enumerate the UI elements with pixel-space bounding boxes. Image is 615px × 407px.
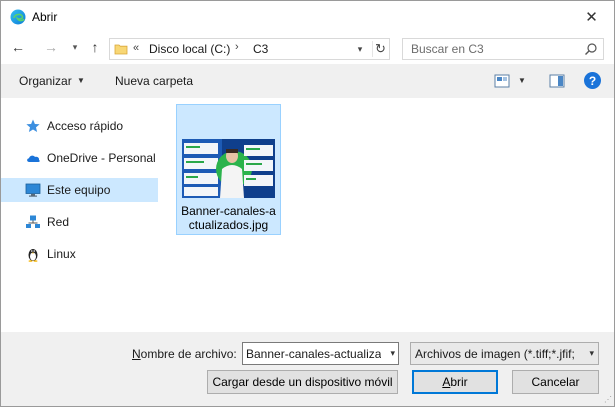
resize-grip-icon[interactable]: ⋰: [604, 395, 612, 404]
window-title: Abrir: [32, 10, 58, 24]
nav-item-acceso-rapido[interactable]: Acceso rápido: [1, 114, 158, 138]
folder-icon: [114, 44, 128, 55]
file-type-dropdown-icon[interactable]: ▾: [589, 348, 594, 359]
search-icon: [585, 43, 597, 55]
command-toolbar: Organizar ▼ Nueva carpeta ▼ ?: [1, 64, 614, 98]
back-button[interactable]: ←: [9, 38, 27, 56]
change-view-icon[interactable]: [494, 74, 510, 88]
file-name-label-accelerator: N: [132, 347, 141, 361]
open-file-dialog: Abrir ✕ ← → ▾ ↑ « Disco local (C:) › C3 …: [0, 0, 615, 407]
navigation-pane: Acceso rápido OneDrive - Personal Este e…: [1, 98, 161, 332]
cancel-button[interactable]: Cancelar: [512, 370, 599, 394]
organize-caret-icon[interactable]: ▼: [77, 76, 85, 85]
nav-item-onedrive[interactable]: OneDrive - Personal: [1, 146, 158, 170]
cloud-icon: [27, 155, 40, 162]
title-bar: Abrir ✕: [1, 1, 614, 32]
breadcrumb-disco-local[interactable]: Disco local (C:): [149, 42, 230, 56]
file-list-area[interactable]: Banner-canales-a ctualizados.jpg: [161, 98, 614, 332]
file-name-label-rest: ombre de archivo:: [140, 347, 237, 361]
organize-menu-button[interactable]: Organizar: [19, 74, 72, 88]
network-icon: [26, 215, 40, 228]
edge-icon: [10, 9, 26, 25]
close-button[interactable]: ✕: [569, 1, 614, 32]
file-name-dropdown-icon[interactable]: ▾: [390, 348, 395, 359]
refresh-icon[interactable]: ↻: [372, 41, 388, 57]
nav-item-label: Este equipo: [47, 183, 111, 197]
nav-item-label: Red: [47, 215, 70, 229]
upload-from-mobile-button[interactable]: Cargar desde un dispositivo móvil: [207, 370, 398, 394]
file-item[interactable]: Banner-canales-a ctualizados.jpg: [176, 104, 281, 235]
search-box[interactable]: Buscar en C3: [402, 38, 604, 60]
image-thumbnail-icon: [182, 139, 275, 198]
address-dropdown-icon[interactable]: ▾: [353, 42, 367, 56]
breadcrumb-separator-icon[interactable]: ›: [235, 41, 239, 53]
new-folder-button[interactable]: Nueva carpeta: [115, 74, 193, 88]
nav-item-label: Linux: [47, 247, 76, 261]
open-button[interactable]: Abrir: [412, 370, 498, 394]
open-button-rest: brir: [450, 375, 468, 389]
recent-locations-chevron-icon[interactable]: ▾: [66, 38, 84, 56]
file-name-input-value[interactable]: Banner-canales-actualiza: [246, 347, 381, 361]
file-name-field-label: Nombre de archivo:: [132, 347, 237, 361]
nav-item-red[interactable]: Red: [1, 210, 158, 234]
breadcrumb-c3[interactable]: C3: [253, 42, 268, 56]
overflow-chevrons-icon[interactable]: «: [133, 42, 139, 54]
up-button[interactable]: ↑: [86, 38, 104, 56]
nav-item-label: Acceso rápido: [47, 119, 124, 133]
file-name-label: Banner-canales-a ctualizados.jpg: [179, 204, 278, 232]
help-icon[interactable]: ?: [584, 72, 601, 89]
nav-item-este-equipo[interactable]: Este equipo: [1, 178, 158, 202]
view-options-caret-icon[interactable]: ▼: [518, 76, 526, 85]
nav-item-linux[interactable]: Linux: [1, 242, 158, 266]
open-button-accelerator: A: [442, 375, 451, 389]
search-input[interactable]: Buscar en C3: [411, 42, 484, 56]
file-type-filter-value[interactable]: Archivos de imagen (*.tiff;*.jfif;: [415, 347, 580, 361]
nav-item-label: OneDrive - Personal: [47, 151, 156, 165]
preview-pane-icon[interactable]: [549, 74, 565, 88]
file-type-filter-select[interactable]: Archivos de imagen (*.tiff;*.jfif; ▾: [410, 342, 599, 365]
penguin-icon: [28, 249, 38, 262]
address-bar[interactable]: « Disco local (C:) › C3 ▾ ↻: [109, 38, 390, 60]
file-name-line-1: Banner-canales-a: [181, 204, 276, 218]
file-name-field[interactable]: Banner-canales-actualiza ▾: [242, 342, 399, 365]
navigation-bar: ← → ▾ ↑ « Disco local (C:) › C3 ▾ ↻ Busc…: [1, 32, 614, 64]
monitor-icon: [25, 183, 41, 197]
star-icon: [26, 119, 40, 132]
bottom-panel: Nombre de archivo: Banner-canales-actual…: [1, 332, 614, 406]
forward-button[interactable]: →: [42, 38, 60, 56]
file-name-line-2: ctualizados.jpg: [188, 218, 269, 232]
